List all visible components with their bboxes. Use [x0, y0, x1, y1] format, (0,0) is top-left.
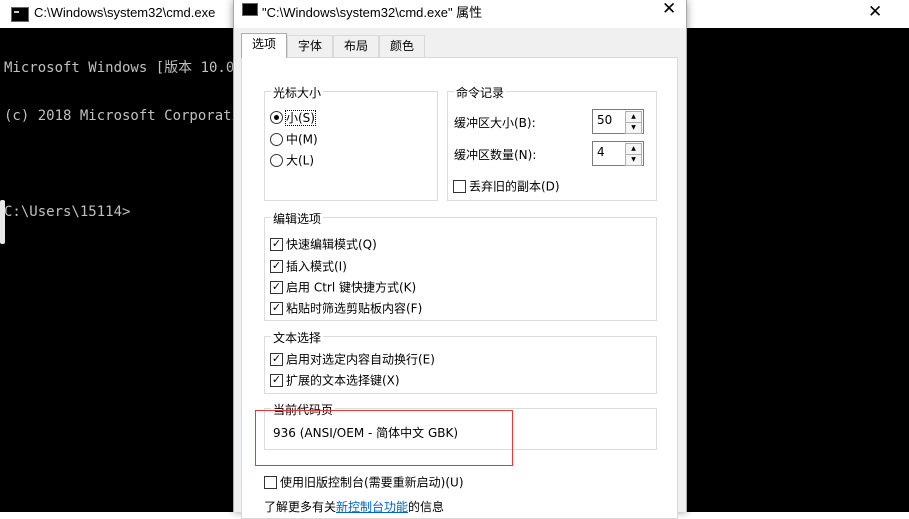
ctrl-shortcuts-option[interactable]: 启用 Ctrl 键快捷方式(K)	[270, 279, 416, 295]
line-wrap-option[interactable]: 启用对选定内容自动换行(E)	[270, 351, 435, 367]
console-line: (c) 2018 Microsoft Corporatio	[4, 108, 249, 124]
checkbox[interactable]	[453, 180, 466, 193]
command-history-title: 命令记录	[454, 84, 507, 101]
console-close-icon[interactable]: ✕	[868, 2, 882, 22]
cursor-size-large-label: 大(L)	[286, 153, 315, 168]
checkbox[interactable]	[270, 281, 283, 294]
checkbox[interactable]	[270, 353, 283, 366]
legacy-console-option[interactable]: 使用旧版控制台(需要重新启动)(U)	[264, 474, 464, 490]
tab-options[interactable]: 选项	[241, 33, 287, 58]
buffer-count-stepper[interactable]: 4 ▲ ▼	[592, 141, 644, 166]
quick-edit-label: 快速编辑模式(Q)	[286, 237, 377, 252]
checkbox[interactable]	[270, 374, 283, 387]
dialog-close-icon[interactable]: ✕	[662, 0, 676, 19]
filter-paste-label: 粘贴时筛选剪贴板内容(F)	[286, 301, 423, 316]
buffer-size-label: 缓冲区大小(B):	[454, 116, 536, 130]
console-app-icon	[11, 7, 29, 22]
ctrl-shortcuts-label: 启用 Ctrl 键快捷方式(K)	[286, 280, 417, 295]
discard-old-option[interactable]: 丢弃旧的副本(D)	[453, 178, 560, 194]
command-history-group: 命令记录 缓冲区大小(B): 50 ▲ ▼ 缓冲区数量(N): 4 ▲ ▼ 丢弃…	[447, 84, 657, 201]
console-line: Microsoft Windows [版本 10.0.	[4, 60, 243, 76]
spin-down-icon[interactable]: ▼	[625, 154, 642, 166]
dialog-title: "C:\Windows\system32\cmd.exe" 属性	[262, 5, 483, 20]
text-selection-title: 文本选择	[271, 329, 324, 346]
cursor-size-group: 光标大小 小(S) 中(M) 大(L)	[264, 84, 438, 201]
cursor-size-small[interactable]: 小(S)	[270, 109, 316, 126]
discard-old-label: 丢弃旧的副本(D)	[469, 179, 560, 194]
buffer-count-value[interactable]: 4	[597, 145, 605, 159]
checkbox[interactable]	[270, 238, 283, 251]
extended-keys-option[interactable]: 扩展的文本选择键(X)	[270, 372, 400, 388]
line-wrap-label: 启用对选定内容自动换行(E)	[286, 352, 435, 367]
extended-keys-label: 扩展的文本选择键(X)	[286, 373, 400, 388]
buffer-size-value[interactable]: 50	[597, 113, 612, 127]
buffer-size-stepper[interactable]: 50 ▲ ▼	[592, 109, 644, 134]
desktop-edge	[0, 200, 5, 244]
checkbox[interactable]	[264, 476, 277, 489]
text-selection-group: 文本选择 启用对选定内容自动换行(E) 扩展的文本选择键(X)	[264, 329, 657, 394]
checkbox[interactable]	[270, 302, 283, 315]
footer-info: 了解更多有关新控制台功能的信息	[264, 498, 444, 515]
filter-paste-option[interactable]: 粘贴时筛选剪贴板内容(F)	[270, 300, 422, 316]
edit-options-group: 编辑选项 快速编辑模式(Q) 插入模式(I) 启用 Ctrl 键快捷方式(K) …	[264, 210, 657, 321]
checkbox[interactable]	[270, 260, 283, 273]
dialog-titlebar[interactable]: "C:\Windows\system32\cmd.exe" 属性 ✕	[234, 0, 686, 28]
cursor-size-small-label: 小(S)	[285, 109, 316, 126]
cursor-size-medium[interactable]: 中(M)	[270, 131, 318, 147]
buffer-count-label: 缓冲区数量(N):	[454, 148, 537, 162]
dialog-app-icon	[242, 3, 258, 16]
tab-font[interactable]: 字体	[287, 35, 333, 57]
radio-button[interactable]	[270, 154, 283, 167]
tab-colors[interactable]: 颜色	[379, 35, 425, 57]
cursor-size-large[interactable]: 大(L)	[270, 152, 314, 168]
highlight-box	[255, 410, 513, 466]
console-output: Microsoft Windows [版本 10.0. (c) 2018 Mic…	[4, 28, 248, 252]
cursor-size-medium-label: 中(M)	[286, 132, 318, 147]
edit-options-title: 编辑选项	[271, 210, 324, 227]
insert-mode-option[interactable]: 插入模式(I)	[270, 258, 347, 274]
cursor-size-title: 光标大小	[271, 84, 324, 101]
quick-edit-option[interactable]: 快速编辑模式(Q)	[270, 236, 377, 252]
spin-down-icon[interactable]: ▼	[625, 122, 642, 134]
insert-mode-label: 插入模式(I)	[286, 259, 347, 274]
tab-layout[interactable]: 布局	[333, 35, 379, 57]
legacy-console-label: 使用旧版控制台(需要重新启动)(U)	[280, 475, 464, 490]
console-title: C:\Windows\system32\cmd.exe	[34, 5, 216, 20]
radio-button[interactable]	[270, 111, 283, 124]
console-prompt: C:\Users\15114>	[4, 204, 131, 220]
radio-button[interactable]	[270, 133, 283, 146]
